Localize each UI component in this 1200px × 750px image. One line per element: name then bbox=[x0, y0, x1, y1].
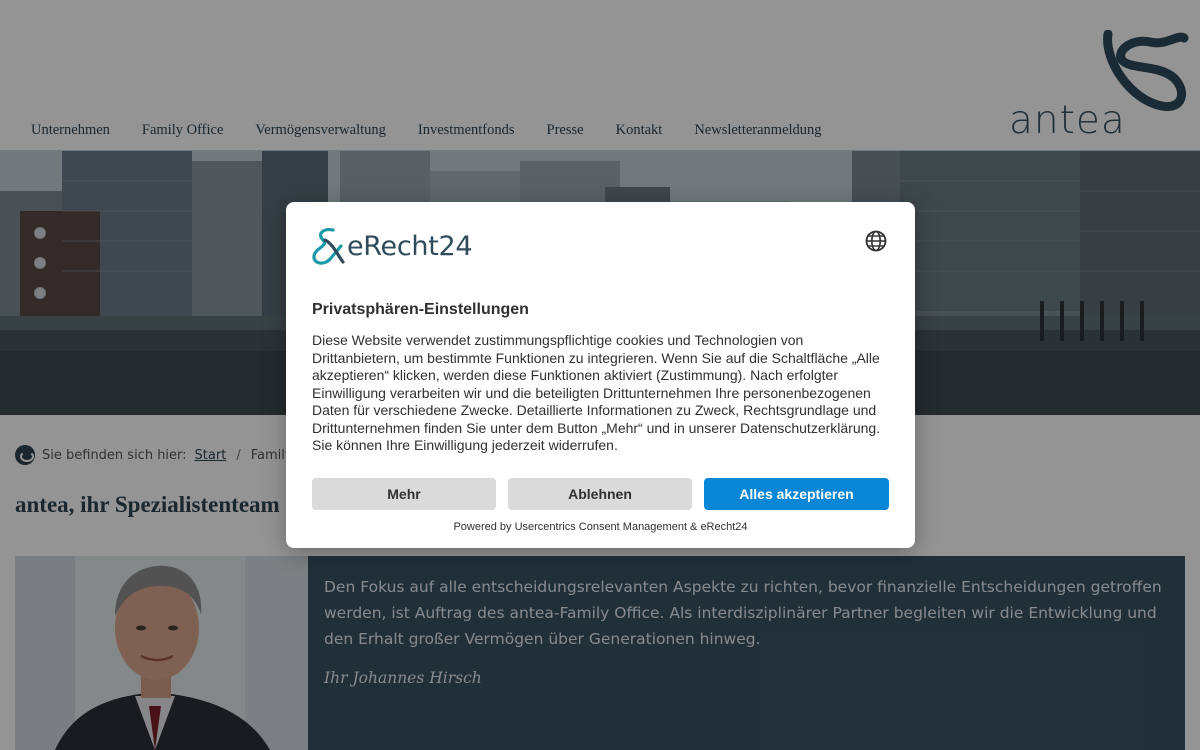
accept-all-button[interactable]: Alles akzeptieren bbox=[704, 478, 889, 510]
brand-text: eRecht24 bbox=[347, 230, 473, 262]
dialog-buttons: Mehr Ablehnen Alles akzeptieren bbox=[312, 478, 889, 510]
deny-button[interactable]: Ablehnen bbox=[508, 478, 692, 510]
more-button[interactable]: Mehr bbox=[312, 478, 496, 510]
consent-dialog: eRecht24 Privatsphären-Einstellungen Die… bbox=[286, 202, 915, 548]
dialog-title: Privatsphären-Einstellungen bbox=[312, 301, 529, 318]
dialog-body: Diese Website verwendet zustimmungspflic… bbox=[312, 332, 881, 453]
erecht24-ampersand-icon bbox=[312, 228, 345, 265]
globe-icon[interactable] bbox=[865, 230, 887, 252]
powered-by: Powered by Usercentrics Consent Manageme… bbox=[453, 521, 748, 533]
erecht24-logo: eRecht24 bbox=[311, 226, 473, 266]
